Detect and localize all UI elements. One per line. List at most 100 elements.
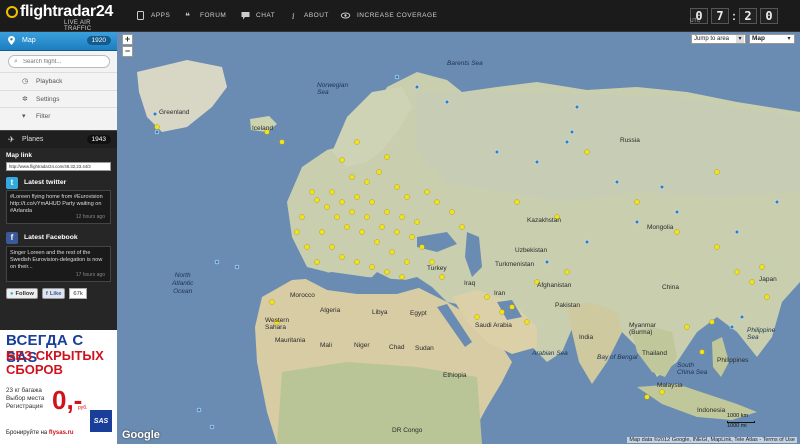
map-label-mongolia: Mongolia: [647, 224, 674, 231]
facebook-f-icon: f: [45, 290, 48, 297]
sidebar-item-planes[interactable]: ✈ Planes 1943: [0, 130, 117, 148]
facebook-text: Singer Loreen and the rest of the Swedis…: [10, 250, 103, 270]
facebook-icon: f: [6, 232, 18, 244]
scale-mi: 1000 mi: [727, 423, 747, 429]
landmass-russia: [417, 92, 800, 202]
twitter-follow-button[interactable]: ● Follow: [6, 288, 38, 299]
ad-currency: руб.: [78, 405, 88, 411]
ad-feature: 23 кг багажа: [6, 387, 42, 394]
apps-icon: [137, 11, 144, 20]
sidebar-item-map[interactable]: Map 1920: [0, 32, 117, 51]
map-label-philippine-sea: Philippine Sea: [747, 327, 776, 341]
follow-label: Follow: [15, 290, 34, 297]
map-label-barents-sea: Barents Sea: [447, 60, 483, 67]
sidebar-item-map-label: Map: [22, 37, 36, 44]
nav-forum-label: FORUM: [200, 12, 227, 19]
submenu-filter[interactable]: ▾ Filter: [0, 107, 117, 124]
like-count: 67k: [69, 288, 87, 299]
nav-chat[interactable]: CHAT: [241, 11, 275, 20]
filter-icon: ▾: [22, 113, 26, 120]
logo-text: flightradar24: [20, 3, 114, 20]
map-label-malaysia: Malaysia: [657, 382, 683, 389]
map-submenu: ⌕ ◷ Playback ✲ Settings ▾ Filter: [0, 51, 117, 130]
ad-booking-text: Бронируйте на: [6, 430, 48, 436]
map-label-greenland: Greenland: [159, 109, 190, 116]
ad-booking: Бронируйте на flysas.ru: [6, 430, 74, 436]
top-bar: flightradar24 LIVE AIR TRAFFIC APPS ❝ FO…: [0, 0, 800, 32]
google-logo[interactable]: Google: [122, 429, 160, 441]
scale-km: 1000 km: [727, 413, 749, 419]
plane-icon: ✈: [8, 135, 15, 144]
ad-price: 0,-: [52, 385, 83, 415]
flight-map[interactable]: Greenland Iceland Norwegian Sea Barents …: [117, 32, 800, 444]
map-label-dr-congo: DR Congo: [392, 427, 423, 434]
nav-chat-label: CHAT: [256, 12, 276, 19]
twitter-bird-icon: ●: [10, 290, 14, 297]
jump-to-area-select[interactable]: Jump to area: [691, 34, 746, 44]
map-label-mali: Mali: [320, 342, 332, 349]
logo[interactable]: flightradar24 LIVE AIR TRAFFIC: [6, 3, 114, 32]
submenu-filter-label: Filter: [36, 113, 51, 120]
facebook-like-button[interactable]: f Like: [41, 288, 66, 299]
search-input[interactable]: [23, 57, 107, 67]
map-label-norwegian-sea: Norwegian Sea: [317, 82, 349, 96]
map-base: [117, 32, 800, 444]
map-label-iceland: Iceland: [252, 125, 273, 132]
submenu-playback-label: Playback: [36, 78, 63, 85]
nav-apps-label: APPS: [151, 12, 171, 19]
search-box[interactable]: ⌕: [8, 55, 110, 68]
clock-zone: UTC: [690, 18, 701, 24]
nav-increase-coverage-label: INCREASE COVERAGE: [357, 12, 438, 19]
planes-count: 1943: [86, 135, 111, 144]
nav-about[interactable]: i ABOUT: [289, 11, 329, 20]
map-label-japan: Japan: [759, 276, 777, 283]
svg-text:i: i: [292, 12, 295, 20]
twitter-title: Latest twitter: [24, 179, 67, 186]
map-label-ethiopia: Ethiopia: [443, 372, 467, 379]
zoom-in-button[interactable]: +: [122, 34, 133, 45]
radar-icon: [6, 6, 18, 18]
nav-apps[interactable]: APPS: [136, 11, 170, 20]
social-buttons: ● Follow f Like 67k: [6, 288, 87, 300]
map-label-arabian-sea: Arabian Sea: [532, 350, 568, 357]
map-label-iraq: Iraq: [464, 280, 476, 287]
clock-digit: 0: [760, 8, 778, 24]
clock-icon: ◷: [22, 78, 29, 85]
nav-increase-coverage[interactable]: INCREASE COVERAGE: [340, 11, 437, 20]
clock-separator: :: [732, 9, 736, 23]
twitter-feed-item[interactable]: #Loreen flying home from #Eurovision htt…: [6, 190, 111, 224]
submenu-settings[interactable]: ✲ Settings: [0, 90, 117, 107]
nav-about-label: ABOUT: [304, 12, 329, 19]
facebook-feed-item[interactable]: Singer Loreen and the rest of the Swedis…: [6, 246, 111, 282]
map-label-uzbekistan: Uzbekistan: [515, 247, 548, 254]
ad-booking-site: flysas.ru: [48, 430, 74, 436]
map-label-iran: Iran: [494, 290, 506, 297]
sidebar-item-planes-label: Planes: [22, 136, 44, 143]
search-icon: ⌕: [14, 58, 18, 65]
sas-logo: SAS: [90, 410, 112, 432]
sas-advertisement[interactable]: ВСЕГДА С SAS БЕЗ СКРЫТЫХ СБОРОВ 23 кг ба…: [0, 330, 117, 444]
map-label-pakistan: Pakistan: [555, 302, 580, 309]
ad-feature: Регистрация: [6, 403, 43, 410]
map-label-mauritania: Mauritania: [275, 337, 306, 344]
facebook-time: 17 hours ago: [75, 272, 105, 278]
zoom-control: + −: [122, 34, 133, 58]
map-label-russia: Russia: [620, 137, 640, 144]
nav-forum[interactable]: ❝ FORUM: [185, 11, 226, 20]
map-label-thailand: Thailand: [642, 350, 667, 357]
map-label-india: India: [579, 334, 594, 341]
info-icon: i: [292, 12, 295, 20]
logo-tagline: LIVE AIR TRAFFIC: [64, 20, 92, 32]
clock-digit: 2: [739, 8, 757, 24]
map-label-philippines: Philippines: [717, 357, 749, 364]
map-link-field[interactable]: http://www.flightradar24.com/48.32,23.44…: [6, 162, 111, 171]
svg-text:❝: ❝: [185, 12, 190, 20]
submenu-playback[interactable]: ◷ Playback: [0, 72, 117, 89]
zoom-out-button[interactable]: −: [122, 46, 133, 57]
map-label-libya: Libya: [372, 309, 388, 316]
clock-digit: 7: [711, 8, 729, 24]
map-attribution[interactable]: Map data ©2012 Google, INEGI, MapLink, T…: [627, 437, 797, 443]
ad-feature: Выбор места: [6, 395, 45, 402]
map-type-select[interactable]: Map: [749, 34, 795, 44]
map-link-label: Map link: [6, 152, 33, 159]
